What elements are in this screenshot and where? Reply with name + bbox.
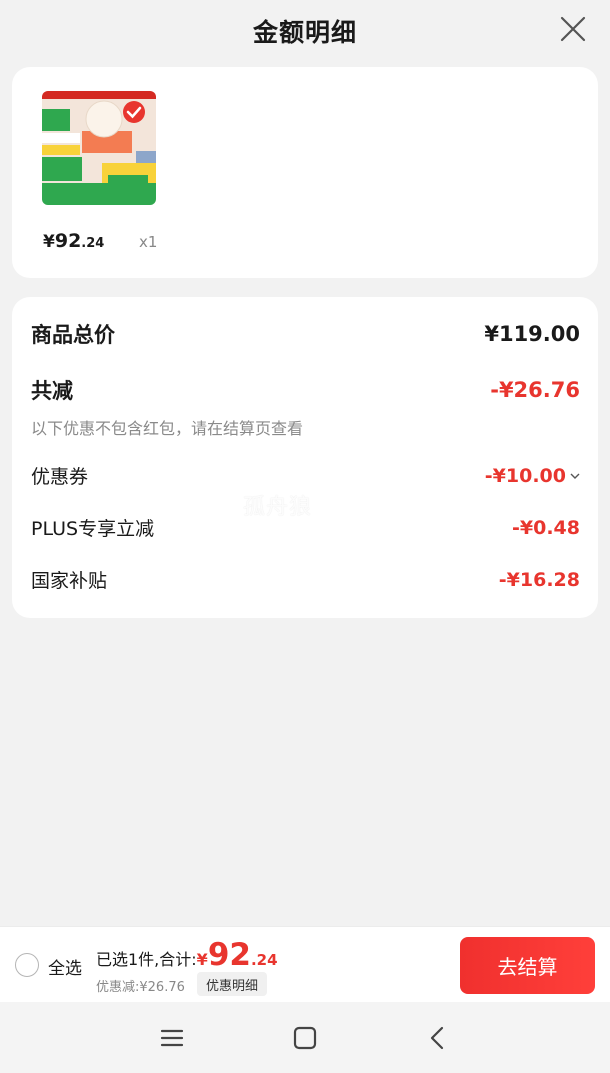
checkout-bar: 全选 已选1件,合计: ¥ 92 .24 优惠减:¥26.76 优惠明细 去结算 <box>0 926 610 1002</box>
coupon-value: -¥10.00 <box>485 465 580 487</box>
total-price-value: ¥119.00 <box>484 322 580 346</box>
chevron-down-icon[interactable] <box>570 471 580 481</box>
product-card: ¥ 92 .24 x1 <box>12 67 598 278</box>
menu-icon[interactable] <box>158 1024 186 1052</box>
total-price-label: 商品总价 <box>31 323 115 347</box>
product-quantity: x1 <box>139 233 158 251</box>
price-currency: ¥ <box>43 232 55 252</box>
discount-detail-button[interactable]: 优惠明细 <box>197 972 268 996</box>
plus-discount-value: -¥0.48 <box>512 516 580 539</box>
plus-discount-label: PLUS专享立减 <box>31 518 155 540</box>
discount-label: 共减 <box>31 379 73 403</box>
select-all-radio[interactable] <box>15 953 39 977</box>
price-decimal: .24 <box>81 236 105 251</box>
header: 金额明细 <box>0 0 610 62</box>
checkout-button[interactable]: 去结算 <box>460 937 595 994</box>
summary-text: 已选1件,合计: <box>96 950 197 969</box>
system-nav-bar <box>0 1002 610 1073</box>
order-summary: 已选1件,合计: ¥ 92 .24 <box>96 937 278 973</box>
close-icon[interactable] <box>558 14 588 44</box>
discount-row: 共减 -¥26.76 <box>31 375 580 405</box>
subsidy-label: 国家补贴 <box>31 570 108 592</box>
product-price: ¥ 92 .24 <box>43 230 104 252</box>
coupon-amount: -¥10.00 <box>484 464 566 487</box>
total-integer: 92 <box>207 937 251 973</box>
home-icon[interactable] <box>291 1024 319 1052</box>
price-integer: 92 <box>54 230 82 252</box>
back-icon[interactable] <box>424 1024 452 1052</box>
product-image[interactable] <box>42 91 156 205</box>
page-title: 金额明细 <box>252 18 357 47</box>
coupon-label: 优惠券 <box>31 466 89 488</box>
total-price-row: 商品总价 ¥119.00 <box>31 319 580 349</box>
coupon-row[interactable]: 优惠券 -¥10.00 <box>31 462 580 489</box>
total-currency: ¥ <box>196 950 208 969</box>
price-detail-card: 商品总价 ¥119.00 共减 -¥26.76 以下优惠不包含红包，请在结算页查… <box>12 297 598 618</box>
subsidy-row: 国家补贴 -¥16.28 <box>31 566 580 593</box>
total-decimal: .24 <box>250 951 278 969</box>
subsidy-value: -¥16.28 <box>498 568 580 591</box>
plus-discount-row: PLUS专享立减 -¥0.48 <box>31 514 580 541</box>
select-all-label[interactable]: 全选 <box>48 954 82 979</box>
discount-value: -¥26.76 <box>490 378 580 402</box>
discount-note: 以下优惠不包含红包，请在结算页查看 <box>31 419 304 438</box>
discount-summary: 优惠减:¥26.76 <box>96 980 185 995</box>
